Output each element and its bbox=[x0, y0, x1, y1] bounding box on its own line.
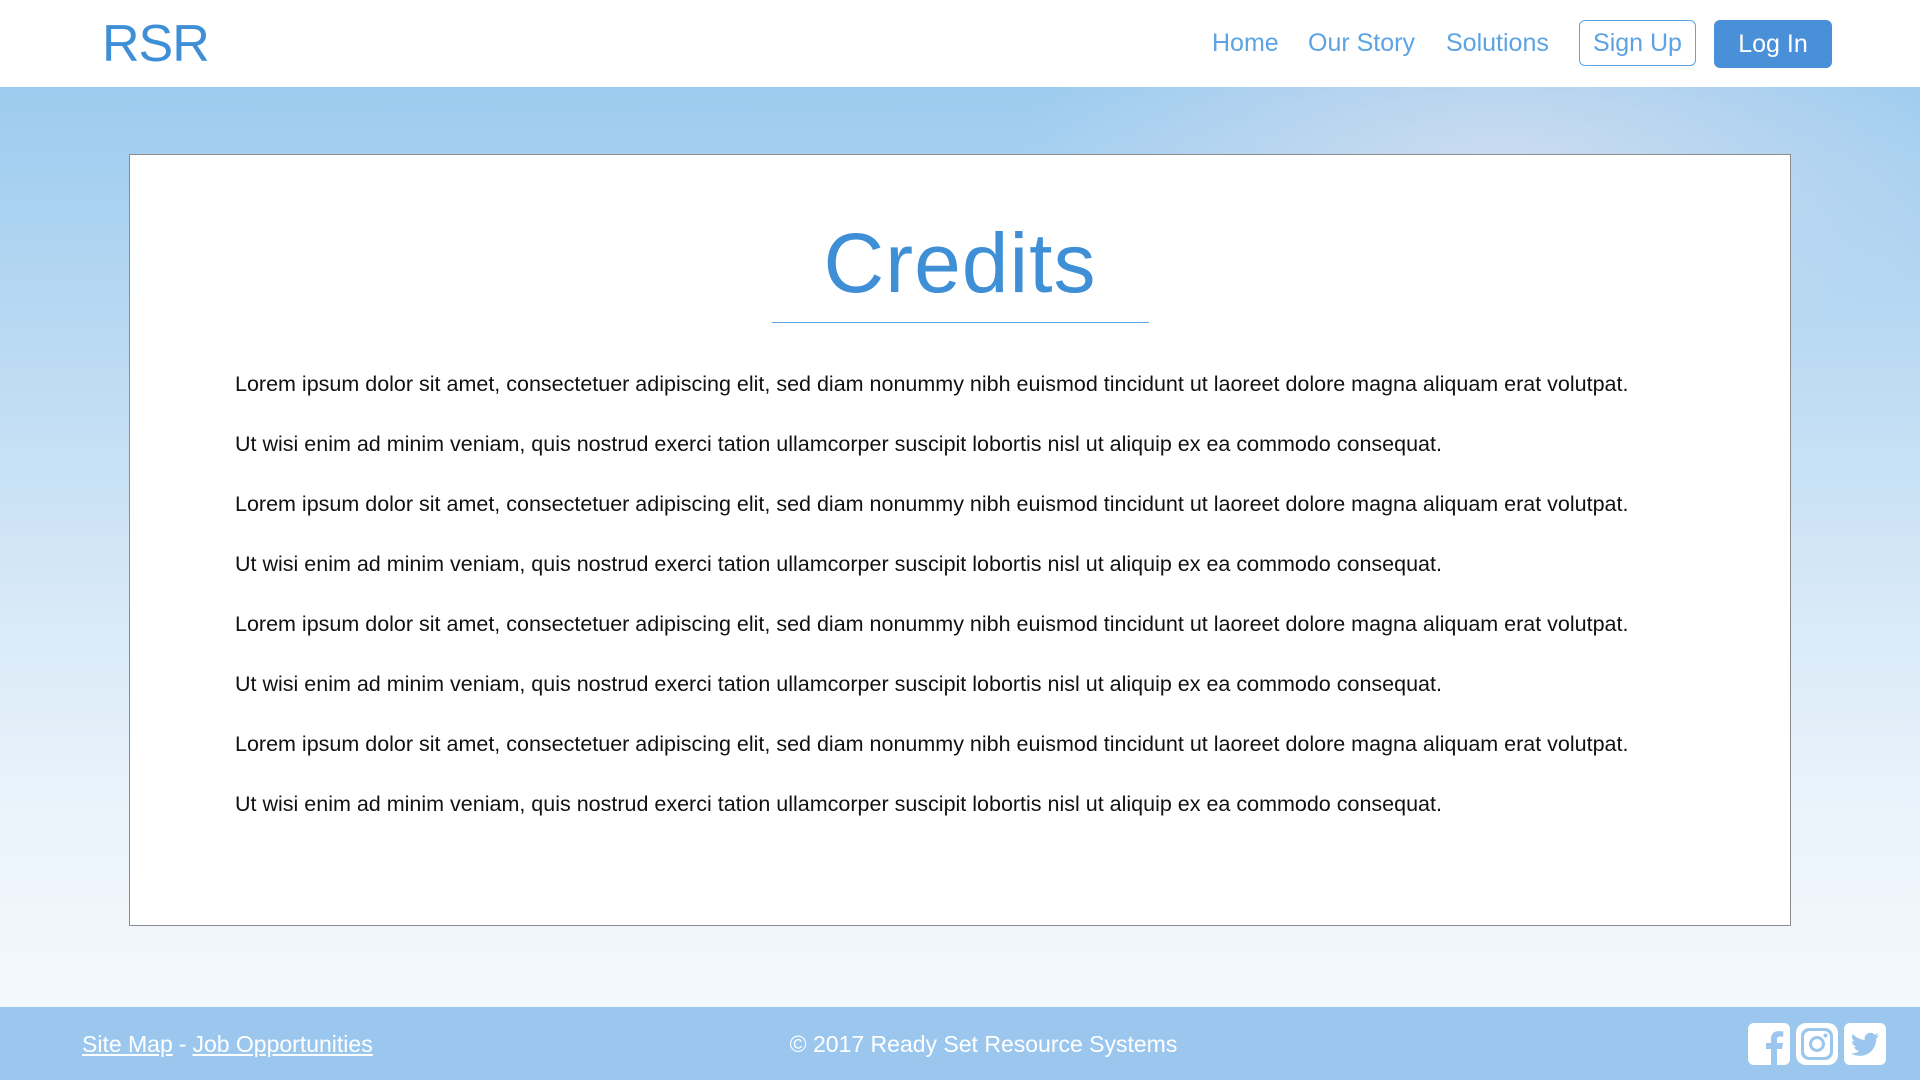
nav-home-link[interactable]: Home bbox=[1212, 27, 1279, 59]
logo[interactable]: RSR bbox=[102, 14, 210, 74]
site-header: RSR Home Our Story Solutions Sign Up Log… bbox=[0, 0, 1920, 87]
paragraph: Ut wisi enim ad minim veniam, quis nostr… bbox=[235, 552, 1442, 576]
twitter-icon[interactable] bbox=[1843, 1022, 1887, 1066]
page-title: Credits bbox=[823, 216, 1097, 310]
content-card: Credits Lorem ipsum dolor sit amet, cons… bbox=[129, 154, 1791, 926]
nav-solutions-link[interactable]: Solutions bbox=[1446, 27, 1549, 59]
paragraph: Ut wisi enim ad minim veniam, quis nostr… bbox=[235, 792, 1442, 816]
sign-up-button[interactable]: Sign Up bbox=[1579, 20, 1696, 66]
paragraph: Ut wisi enim ad minim veniam, quis nostr… bbox=[235, 672, 1442, 696]
copyright-text: © 2017 Ready Set Resource Systems bbox=[789, 1031, 1178, 1057]
paragraph: Lorem ipsum dolor sit amet, consectetuer… bbox=[235, 612, 1629, 636]
credits-text: Lorem ipsum dolor sit amet, consectetuer… bbox=[235, 369, 1755, 849]
facebook-icon[interactable] bbox=[1747, 1022, 1791, 1066]
site-footer: Site Map - Job Opportunities © 2017 Ready … bbox=[0, 1007, 1920, 1080]
paragraph: Lorem ipsum dolor sit amet, consectetuer… bbox=[235, 732, 1629, 756]
title-divider bbox=[772, 322, 1149, 323]
paragraph: Lorem ipsum dolor sit amet, consectetuer… bbox=[235, 492, 1629, 516]
log-in-button[interactable]: Log In bbox=[1714, 20, 1832, 68]
paragraph: Ut wisi enim ad minim veniam, quis nostr… bbox=[235, 432, 1442, 456]
nav-our-story-link[interactable]: Our Story bbox=[1308, 27, 1415, 59]
paragraph: Lorem ipsum dolor sit amet, consectetuer… bbox=[235, 372, 1629, 396]
instagram-icon[interactable] bbox=[1795, 1022, 1839, 1066]
